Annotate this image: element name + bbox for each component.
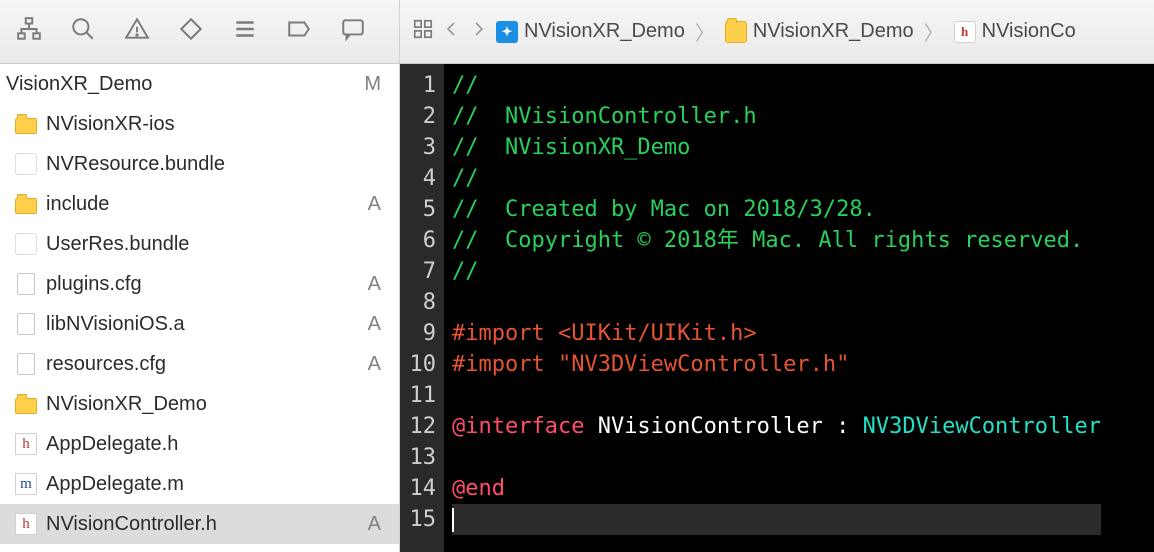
h-file-icon: h [954,21,976,43]
navigator-item-label: plugins.cfg [46,273,142,296]
navigator-item-label: libNVisioniOS.a [46,313,185,336]
nav-back-button[interactable] [442,18,460,45]
line-gutter: 123456789101112131415 [400,64,444,552]
code-line[interactable]: #import "NV3DViewController.h" [452,349,1101,380]
code-line[interactable] [452,504,1101,535]
navigator-item-label: AppDelegate.m [46,473,184,496]
navigator-item[interactable]: plugins.cfg A [0,264,399,304]
nav-forward-button[interactable] [470,18,488,45]
navigator-item[interactable]: include A [0,184,399,224]
navigator-root-label: VisionXR_Demo [6,73,152,96]
scm-badge: A [368,313,389,336]
code-line[interactable]: // NVisionXR_Demo [452,132,1101,163]
scm-badge: A [368,193,389,216]
breadcrumb-folder-label: NVisionXR_Demo [753,20,914,43]
code-line[interactable]: @interface NVisionController : NV3DViewC… [452,411,1101,442]
code-area[interactable]: //// NVisionController.h// NVisionXR_Dem… [444,64,1101,552]
comment-icon[interactable] [340,16,366,47]
code-line[interactable] [452,287,1101,318]
code-line[interactable]: // [452,70,1101,101]
folder-icon [14,392,38,416]
navigator-item[interactable]: h NVisionController.h A [0,504,399,544]
h-file-icon: h [14,432,38,456]
breadcrumb-folder[interactable]: NVisionXR_Demo 〉 [725,17,948,46]
code-editor[interactable]: 123456789101112131415 //// NVisionContro… [400,64,1154,552]
file-icon [14,352,38,376]
text-cursor [452,508,454,532]
chevron-right-icon: 〉 [920,17,948,46]
navigator-item[interactable]: NVisionXR_Demo [0,384,399,424]
jump-bar[interactable]: ✦ NVisionXR_Demo 〉 NVisionXR_Demo 〉 h NV… [496,17,1076,46]
navigator-item[interactable]: UserRes.bundle [0,224,399,264]
code-line[interactable]: @end [452,473,1101,504]
navigator-item-label: NVisionXR_Demo [46,393,207,416]
search-icon[interactable] [70,16,96,47]
navigator-item[interactable]: resources.cfg A [0,344,399,384]
navigator-item[interactable]: libNVisioniOS.a A [0,304,399,344]
navigator-root[interactable]: VisionXR_Demo M [0,64,399,104]
h-file-icon: h [14,512,38,536]
code-line[interactable]: // [452,163,1101,194]
code-line[interactable] [452,380,1101,411]
navigator-item-label: NVResource.bundle [46,153,225,176]
folder-icon [14,112,38,136]
scm-badge: A [368,353,389,376]
breadcrumb-project[interactable]: ✦ NVisionXR_Demo 〉 [496,17,719,46]
navigator-item-label: NVisionController.h [46,513,217,536]
code-line[interactable]: // Copyright © 2018年 Mac. All rights res… [452,225,1101,256]
breadcrumb-file[interactable]: h NVisionCo [954,20,1076,43]
breadcrumb-project-label: NVisionXR_Demo [524,20,685,43]
navigator-item-label: NVisionXR-ios [46,113,175,136]
navigator-item[interactable]: m AppDelegate.m [0,464,399,504]
bundle-icon [14,232,38,256]
folder-icon [14,192,38,216]
diamond-icon[interactable] [178,16,204,47]
code-line[interactable]: // Created by Mac on 2018/3/28. [452,194,1101,225]
structure-icon[interactable] [16,16,42,47]
navigator-item-label: AppDelegate.h [46,433,178,456]
file-icon [14,272,38,296]
tag-icon[interactable] [286,16,312,47]
scm-badge: A [368,273,389,296]
m-file-icon: m [14,472,38,496]
navigator-item[interactable]: NVisionXR-ios [0,104,399,144]
project-navigator[interactable]: VisionXR_Demo M NVisionXR-ios NVResource.… [0,64,400,552]
editor-toolbar: ✦ NVisionXR_Demo 〉 NVisionXR_Demo 〉 h NV… [400,0,1154,63]
navigator-item[interactable]: NVResource.bundle [0,144,399,184]
navigator-item-label: UserRes.bundle [46,233,189,256]
scm-badge: M [364,73,389,96]
chevron-right-icon: 〉 [691,17,719,46]
bundle-icon [14,152,38,176]
folder-icon [725,21,747,43]
breadcrumb-file-label: NVisionCo [982,20,1076,43]
related-items-icon[interactable] [412,18,434,45]
scm-badge: A [368,513,389,536]
sidebar-toolbar [0,0,400,63]
navigator-item[interactable]: h AppDelegate.h [0,424,399,464]
project-icon: ✦ [496,21,518,43]
code-line[interactable]: #import <UIKit/UIKit.h> [452,318,1101,349]
code-line[interactable]: // NVisionController.h [452,101,1101,132]
code-line[interactable] [452,442,1101,473]
navigator-item-label: include [46,193,109,216]
list-icon[interactable] [232,16,258,47]
file-icon [14,312,38,336]
code-line[interactable]: // [452,256,1101,287]
navigator-item-label: resources.cfg [46,353,166,376]
warning-icon[interactable] [124,16,150,47]
